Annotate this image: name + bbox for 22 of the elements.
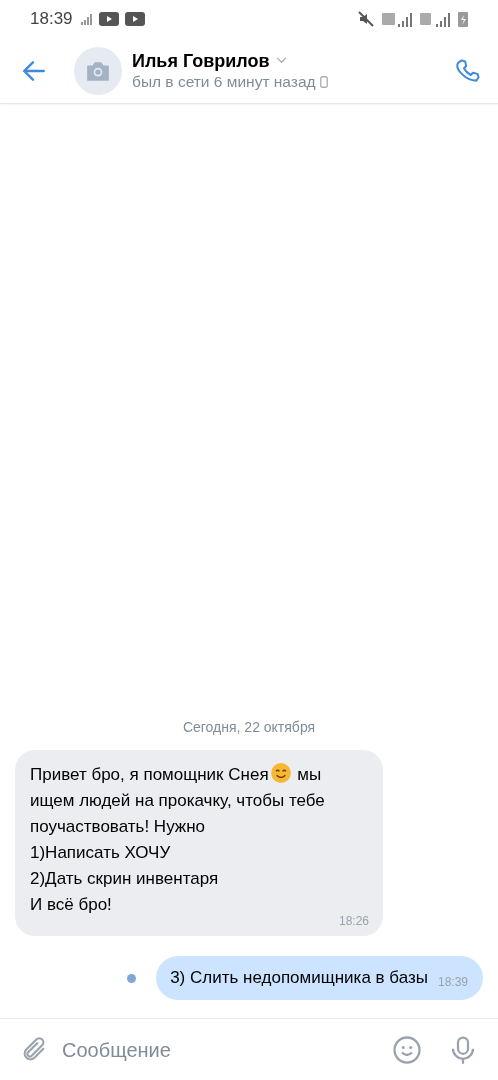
battery-icon bbox=[458, 11, 468, 27]
video-icon bbox=[98, 12, 119, 26]
message-time: 18:39 bbox=[437, 975, 468, 989]
phone-icon bbox=[454, 57, 482, 84]
online-status: был в сети 6 минут назад bbox=[132, 71, 316, 92]
status-time: 18:39 bbox=[30, 8, 73, 31]
video-icon bbox=[124, 12, 145, 26]
message-time: 18:26 bbox=[338, 914, 369, 928]
emoji-icon[interactable] bbox=[392, 1034, 422, 1065]
smiley-emoji-icon bbox=[269, 762, 292, 784]
message-input[interactable]: Сообщение bbox=[62, 1034, 378, 1065]
signal-icon bbox=[78, 13, 93, 25]
phone-device-icon bbox=[319, 75, 328, 88]
date-separator: Сегодня, 22 октября bbox=[182, 718, 316, 737]
avatar[interactable] bbox=[74, 46, 122, 95]
chevron-down-icon bbox=[275, 57, 287, 64]
camera-icon bbox=[85, 59, 111, 82]
mute-icon bbox=[358, 11, 374, 27]
signal-icon bbox=[420, 11, 450, 27]
contact-name[interactable]: Илья Говрилов bbox=[132, 49, 270, 72]
message-text: 3) Слить недопомищника в базы bbox=[170, 967, 428, 989]
signal-icon bbox=[382, 11, 412, 27]
